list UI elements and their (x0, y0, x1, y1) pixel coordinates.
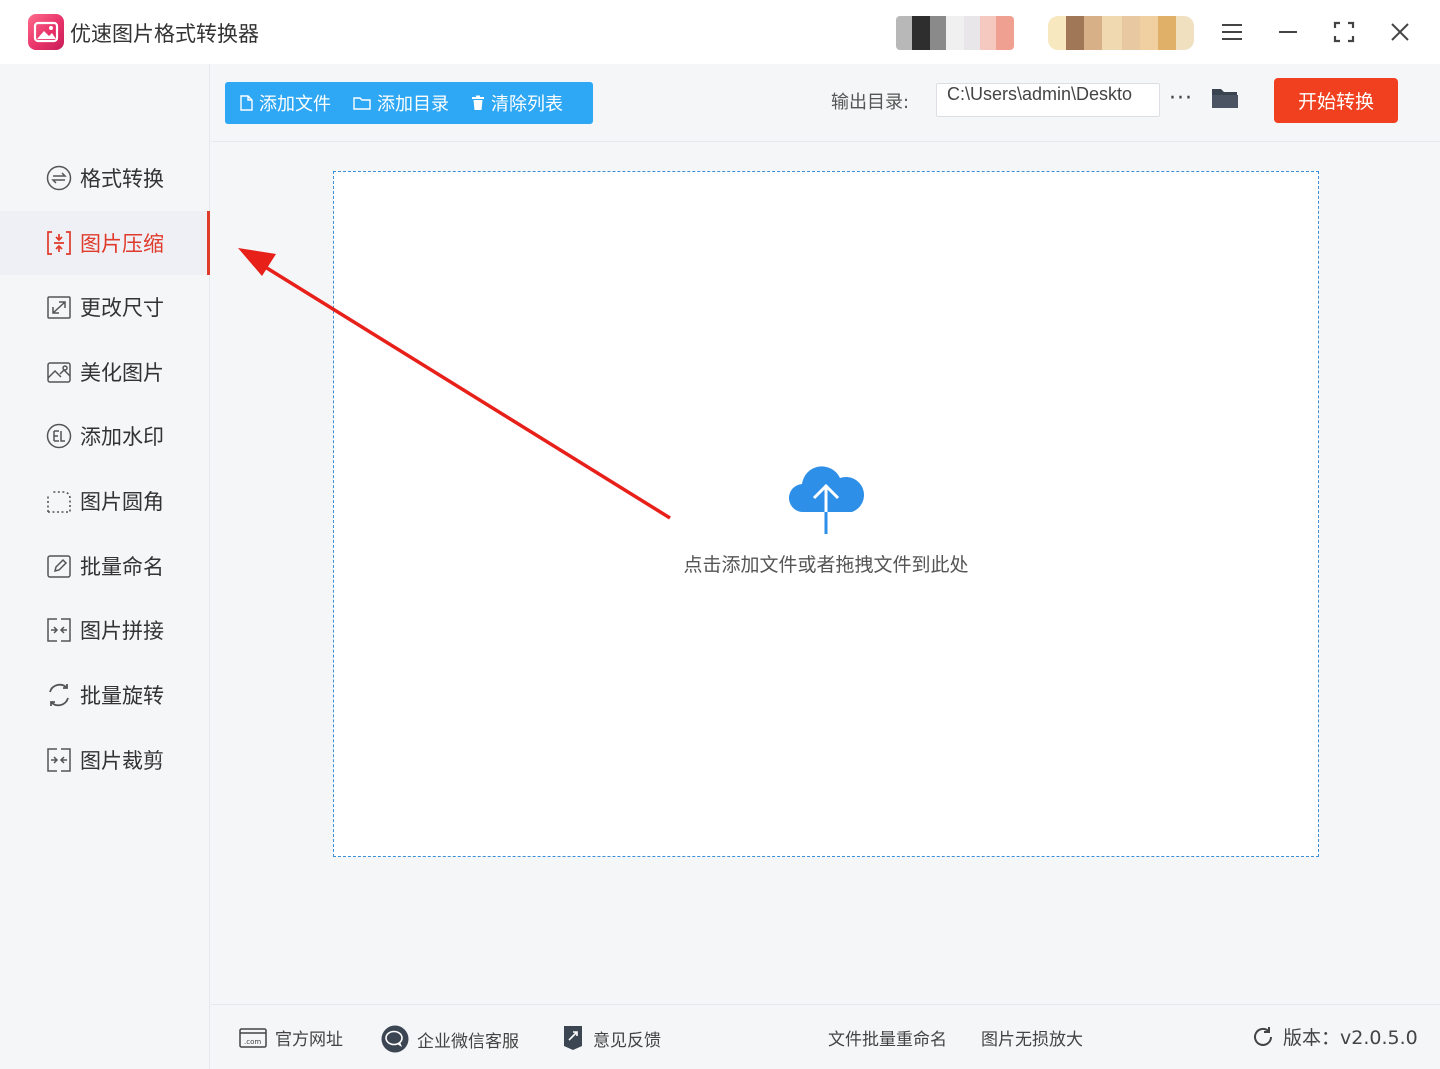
file-drop-zone[interactable]: 点击添加文件或者拖拽文件到此处 (333, 171, 1319, 857)
sidebar-item-crop[interactable]: 图片裁剪 (0, 728, 210, 792)
compress-icon (46, 230, 72, 256)
version-label: 版本：v2.0.5.0 (1283, 1027, 1418, 1049)
feedback-icon (561, 1025, 585, 1051)
maximize-icon[interactable] (1328, 16, 1360, 48)
open-folder-icon[interactable] (1211, 86, 1239, 114)
sidebar-item-beautify[interactable]: 美化图片 (0, 340, 210, 404)
folder-outline-icon (353, 96, 371, 110)
website-label: 官方网址 (275, 1030, 343, 1050)
wechat-service-link[interactable]: 企业微信客服 (381, 1025, 519, 1053)
add-folder-button[interactable]: 添加目录 (353, 90, 449, 116)
refresh-icon (1251, 1025, 1275, 1049)
sidebar-item-rename[interactable]: 批量命名 (0, 534, 210, 598)
close-icon[interactable] (1384, 16, 1416, 48)
sidebar-item-label: 图片裁剪 (80, 749, 164, 773)
round-corner-icon (46, 488, 72, 514)
stitch-icon (46, 617, 72, 643)
sidebar: 格式转换 图片压缩 更改尺寸 美化图片 添加水印 图片圆角 批量命名 图片拼接 … (0, 64, 210, 1069)
sidebar-item-label: 格式转换 (80, 167, 164, 191)
add-file-button[interactable]: 添加文件 (239, 90, 331, 116)
sidebar-item-label: 图片压缩 (80, 232, 164, 256)
sidebar-item-resize[interactable]: 更改尺寸 (0, 275, 210, 339)
user-avatar-blurred[interactable] (896, 16, 1014, 50)
app-title: 优速图片格式转换器 (70, 22, 259, 46)
app-logo-icon (28, 14, 64, 50)
crop-icon (46, 747, 72, 773)
drop-hint-text: 点击添加文件或者拖拽文件到此处 (683, 554, 969, 576)
top-toolbar: 添加文件 添加目录 清除列表 输出目录: C:\Users\admin\Desk… (211, 64, 1440, 142)
output-dir-label: 输出目录: (831, 92, 910, 113)
clear-list-label: 清除列表 (491, 94, 563, 115)
batch-rename-link[interactable]: 文件批量重命名 (828, 1025, 947, 1050)
trash-icon (471, 95, 485, 111)
sidebar-item-label: 美化图片 (80, 361, 164, 385)
feedback-label: 意见反馈 (593, 1030, 661, 1051)
sidebar-item-label: 图片拼接 (80, 619, 164, 643)
user-badge-blurred[interactable] (1048, 16, 1194, 50)
sidebar-item-compress[interactable]: 图片压缩 (0, 211, 210, 275)
browse-more-button[interactable]: ··· (1169, 86, 1193, 111)
rotate-icon (46, 682, 72, 708)
version-info[interactable]: 版本：v2.0.5.0 (1251, 1023, 1418, 1050)
sidebar-item-format-convert[interactable]: 格式转换 (0, 146, 210, 210)
main-area: 点击添加文件或者拖拽文件到此处 (211, 143, 1440, 1004)
lossless-enlarge-link[interactable]: 图片无损放大 (981, 1025, 1083, 1050)
watermark-icon (46, 423, 72, 449)
resize-icon (46, 294, 72, 320)
website-com-icon: .com (239, 1027, 267, 1049)
file-icon (239, 95, 253, 111)
format-convert-icon (46, 165, 72, 191)
start-convert-button[interactable]: 开始转换 (1274, 78, 1398, 123)
website-link[interactable]: .com 官方网址 (239, 1025, 343, 1050)
file-button-group: 添加文件 添加目录 清除列表 (225, 82, 593, 124)
title-bar: 优速图片格式转换器 (0, 0, 1440, 64)
add-file-label: 添加文件 (259, 94, 331, 115)
sidebar-item-label: 图片圆角 (80, 490, 164, 514)
output-dir-field[interactable]: C:\Users\admin\Deskto (936, 83, 1160, 117)
beautify-icon (46, 359, 72, 385)
sidebar-item-rotate[interactable]: 批量旋转 (0, 663, 210, 727)
wechat-service-icon (381, 1025, 409, 1053)
clear-list-button[interactable]: 清除列表 (471, 90, 563, 116)
sidebar-item-label: 添加水印 (80, 425, 164, 449)
sidebar-item-stitch[interactable]: 图片拼接 (0, 598, 210, 662)
wechat-service-label: 企业微信客服 (417, 1031, 519, 1052)
menu-icon[interactable] (1216, 16, 1248, 48)
sidebar-item-round-corner[interactable]: 图片圆角 (0, 469, 210, 533)
minimize-icon[interactable] (1272, 16, 1304, 48)
sidebar-item-watermark[interactable]: 添加水印 (0, 404, 210, 468)
lossless-enlarge-label: 图片无损放大 (981, 1030, 1083, 1050)
batch-rename-label: 文件批量重命名 (828, 1030, 947, 1050)
cloud-upload-icon (784, 462, 868, 540)
add-folder-label: 添加目录 (377, 94, 449, 115)
rename-icon (46, 553, 72, 579)
sidebar-item-label: 批量命名 (80, 555, 164, 579)
sidebar-item-label: 批量旋转 (80, 684, 164, 708)
feedback-link[interactable]: 意见反馈 (561, 1025, 661, 1051)
footer-bar: .com 官方网址 企业微信客服 意见反馈 文件批量重命名 图片无损放大 版本：… (211, 1004, 1440, 1069)
svg-text:.com: .com (244, 1038, 261, 1046)
sidebar-item-label: 更改尺寸 (80, 296, 164, 320)
